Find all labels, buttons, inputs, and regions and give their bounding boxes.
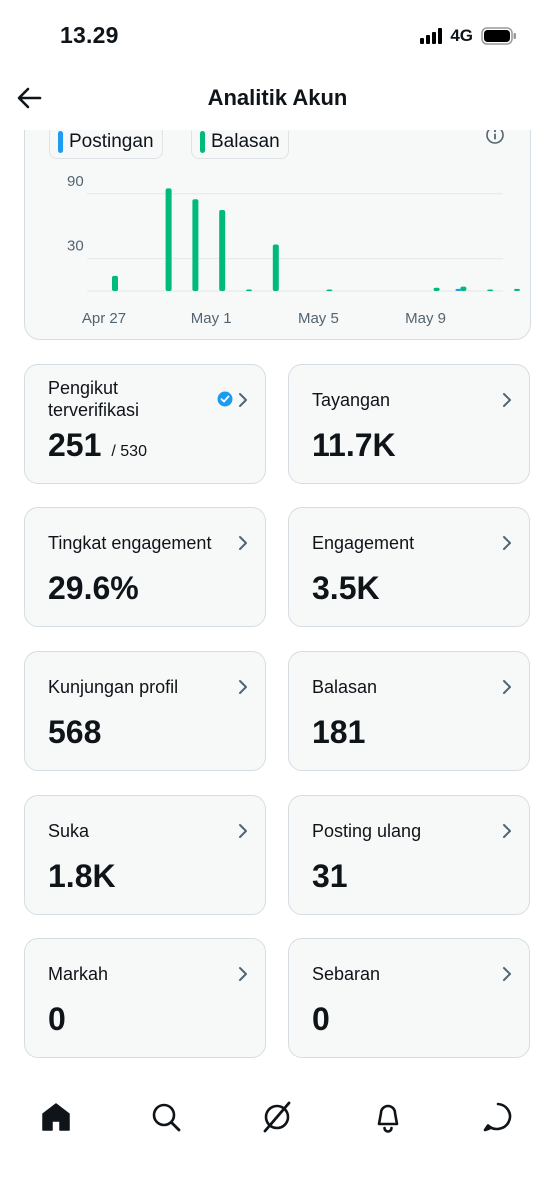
chevron-right-icon: [503, 393, 511, 407]
stat-value-text: 1.8K: [48, 858, 116, 894]
bar-balasan[interactable]: [487, 289, 494, 292]
stat-value: 11.7K: [312, 427, 396, 464]
stat-card[interactable]: Engagement 3.5K: [288, 507, 530, 627]
stat-label: Tayangan: [312, 390, 391, 410]
stat-value-text: 0: [312, 1001, 330, 1037]
nav-grok[interactable]: [257, 1097, 297, 1137]
bar-balasan[interactable]: [326, 289, 333, 292]
x-tick-label: May 9: [405, 310, 446, 327]
stat-value-text: 181: [312, 714, 366, 750]
chevron-right-icon: [503, 824, 511, 838]
battery-icon: [481, 27, 516, 45]
home-icon: [42, 1103, 70, 1131]
status-indicators: 4G: [420, 26, 517, 46]
stat-value: 251 / 530: [48, 427, 147, 464]
page-header: Analitik Akun: [0, 75, 555, 130]
stat-value-text: 0: [48, 1001, 66, 1037]
bar-balasan[interactable]: [112, 275, 118, 291]
stat-value: 0: [48, 1001, 66, 1038]
stat-value-text: 251: [48, 427, 102, 463]
chart-card: Postingan Balasan 90 30 Apr 27 May 1 May 5 Ma…: [24, 110, 531, 340]
nav-messages[interactable]: [478, 1097, 518, 1137]
stat-value-text: 29.6%: [48, 570, 139, 606]
chevron-right-icon: [503, 680, 511, 694]
stat-card[interactable]: Tingkat engagement 29.6%: [24, 507, 266, 627]
stat-card[interactable]: Pengikut terverifikasi 251 / 530: [24, 364, 266, 484]
chevron-right-icon: [503, 967, 511, 981]
messages-icon: [483, 1102, 512, 1132]
stat-label: Sebaran: [312, 964, 381, 984]
stat-card[interactable]: Posting ulang 31: [288, 795, 530, 915]
stat-value-text: 568: [48, 714, 102, 750]
y-tick-label: 90: [67, 173, 84, 190]
bar-balasan[interactable]: [219, 210, 226, 291]
stat-value: 0: [312, 1001, 330, 1038]
stat-card[interactable]: Tayangan 11.7K: [288, 364, 530, 484]
bar-balasan[interactable]: [460, 286, 467, 291]
status-bar: 13.29 4G: [0, 0, 555, 75]
stat-label: Suka: [48, 821, 90, 841]
nav-home[interactable]: [36, 1097, 76, 1137]
stat-value: 31: [312, 858, 348, 895]
stat-value-text: 3.5K: [312, 570, 380, 606]
x-tick-label: May 1: [191, 310, 232, 327]
nav-notifications[interactable]: [368, 1097, 408, 1137]
stat-value: 1.8K: [48, 858, 116, 895]
search-icon: [152, 1103, 181, 1132]
bar-balasan[interactable]: [246, 289, 252, 292]
stat-card[interactable]: Suka 1.8K: [24, 795, 266, 915]
bell-icon: [377, 1104, 399, 1133]
stat-value-text: 31: [312, 858, 348, 894]
y-tick-label: 30: [67, 238, 84, 255]
chevron-right-icon: [239, 536, 247, 550]
chevron-right-icon: [239, 967, 247, 981]
stat-subvalue: / 530: [111, 443, 147, 460]
grok-icon: [263, 1101, 291, 1133]
stat-label: Markah: [48, 964, 109, 984]
stat-label: Engagement: [312, 533, 415, 553]
status-time: 13.29: [60, 22, 119, 48]
stat-label: Tingkat engagement: [48, 533, 212, 553]
stat-label: Posting ulang: [312, 821, 422, 841]
x-tick-label: Apr 27: [82, 310, 126, 327]
stat-value-text: 11.7K: [312, 427, 396, 463]
x-tick-label: May 5: [298, 310, 339, 327]
stat-label: Balasan: [312, 677, 378, 697]
bar-balasan[interactable]: [433, 287, 440, 291]
signal-icon: [420, 28, 443, 44]
stat-value: 29.6%: [48, 570, 139, 607]
stat-value: 568: [48, 714, 101, 751]
stat-label: Pengikut terverifikasi: [48, 378, 140, 420]
chevron-right-icon: [503, 536, 511, 550]
stat-value: 3.5K: [312, 570, 380, 607]
bar-balasan[interactable]: [192, 199, 199, 291]
stat-label: Kunjungan profil: [48, 677, 179, 697]
stat-card[interactable]: Markah 0: [24, 938, 266, 1058]
nav-search[interactable]: [146, 1097, 186, 1137]
bar-chart: 90 30 Apr 27 May 1 May 5 May 9: [67, 173, 520, 327]
stat-card[interactable]: Sebaran 0: [288, 938, 530, 1058]
stat-value: 181: [312, 714, 365, 751]
network-label: 4G: [450, 26, 473, 45]
stat-card[interactable]: Kunjungan profil 568: [24, 651, 266, 771]
page-title: Analitik Akun: [207, 85, 348, 110]
chevron-right-icon: [239, 680, 247, 694]
bar-balasan[interactable]: [272, 244, 279, 291]
chevron-right-icon: [239, 393, 247, 407]
bottom-nav: [0, 1075, 555, 1200]
chevron-right-icon: [239, 824, 247, 838]
verified-badge-icon: [217, 391, 233, 407]
bar-balasan[interactable]: [514, 288, 520, 291]
bar-balasan[interactable]: [165, 188, 172, 291]
stat-card[interactable]: Balasan 181: [288, 651, 530, 771]
